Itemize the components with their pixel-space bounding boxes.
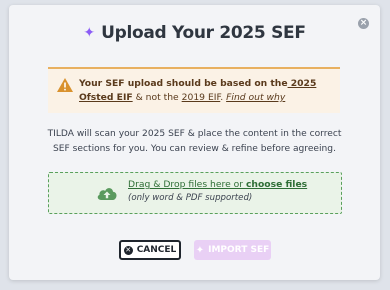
cancel-label: CANCEL	[136, 245, 177, 255]
upload-sef-modal: × ✦ Upload Your 2025 SEF Your SEF upload…	[9, 5, 380, 280]
close-circle-icon: ✕	[123, 245, 133, 255]
modal-title: Upload Your 2025 SEF	[101, 23, 306, 43]
choose-files-link[interactable]: choose files	[246, 179, 307, 190]
warning-icon	[57, 78, 73, 92]
dropzone-label: Drag & Drop files here or choose files	[128, 179, 308, 190]
link-find-out-why[interactable]: Find out why	[226, 92, 285, 103]
modal-header: ✦ Upload Your 2025 SEF	[9, 23, 380, 43]
warning-banner: Your SEF upload should be based on the 2…	[48, 67, 340, 113]
sparkle-icon: ✦	[195, 244, 205, 256]
description-text: TILDA will scan your 2025 SEF & place th…	[47, 129, 342, 154]
import-sef-button[interactable]: ✦ IMPORT SEF	[194, 240, 271, 260]
warning-text: Your SEF upload should be based on the 2…	[79, 78, 317, 103]
cloud-upload-icon	[97, 188, 117, 200]
dropzone-note: (only word & PDF supported)	[128, 193, 253, 203]
import-label: IMPORT SEF	[208, 245, 270, 255]
link-2019-eif[interactable]: 2019 EIF	[182, 92, 221, 103]
cancel-button[interactable]: ✕ CANCEL	[119, 240, 181, 260]
file-dropzone[interactable]: Drag & Drop files here or choose files (…	[48, 172, 342, 214]
sparkle-icon: ✦	[83, 25, 96, 41]
